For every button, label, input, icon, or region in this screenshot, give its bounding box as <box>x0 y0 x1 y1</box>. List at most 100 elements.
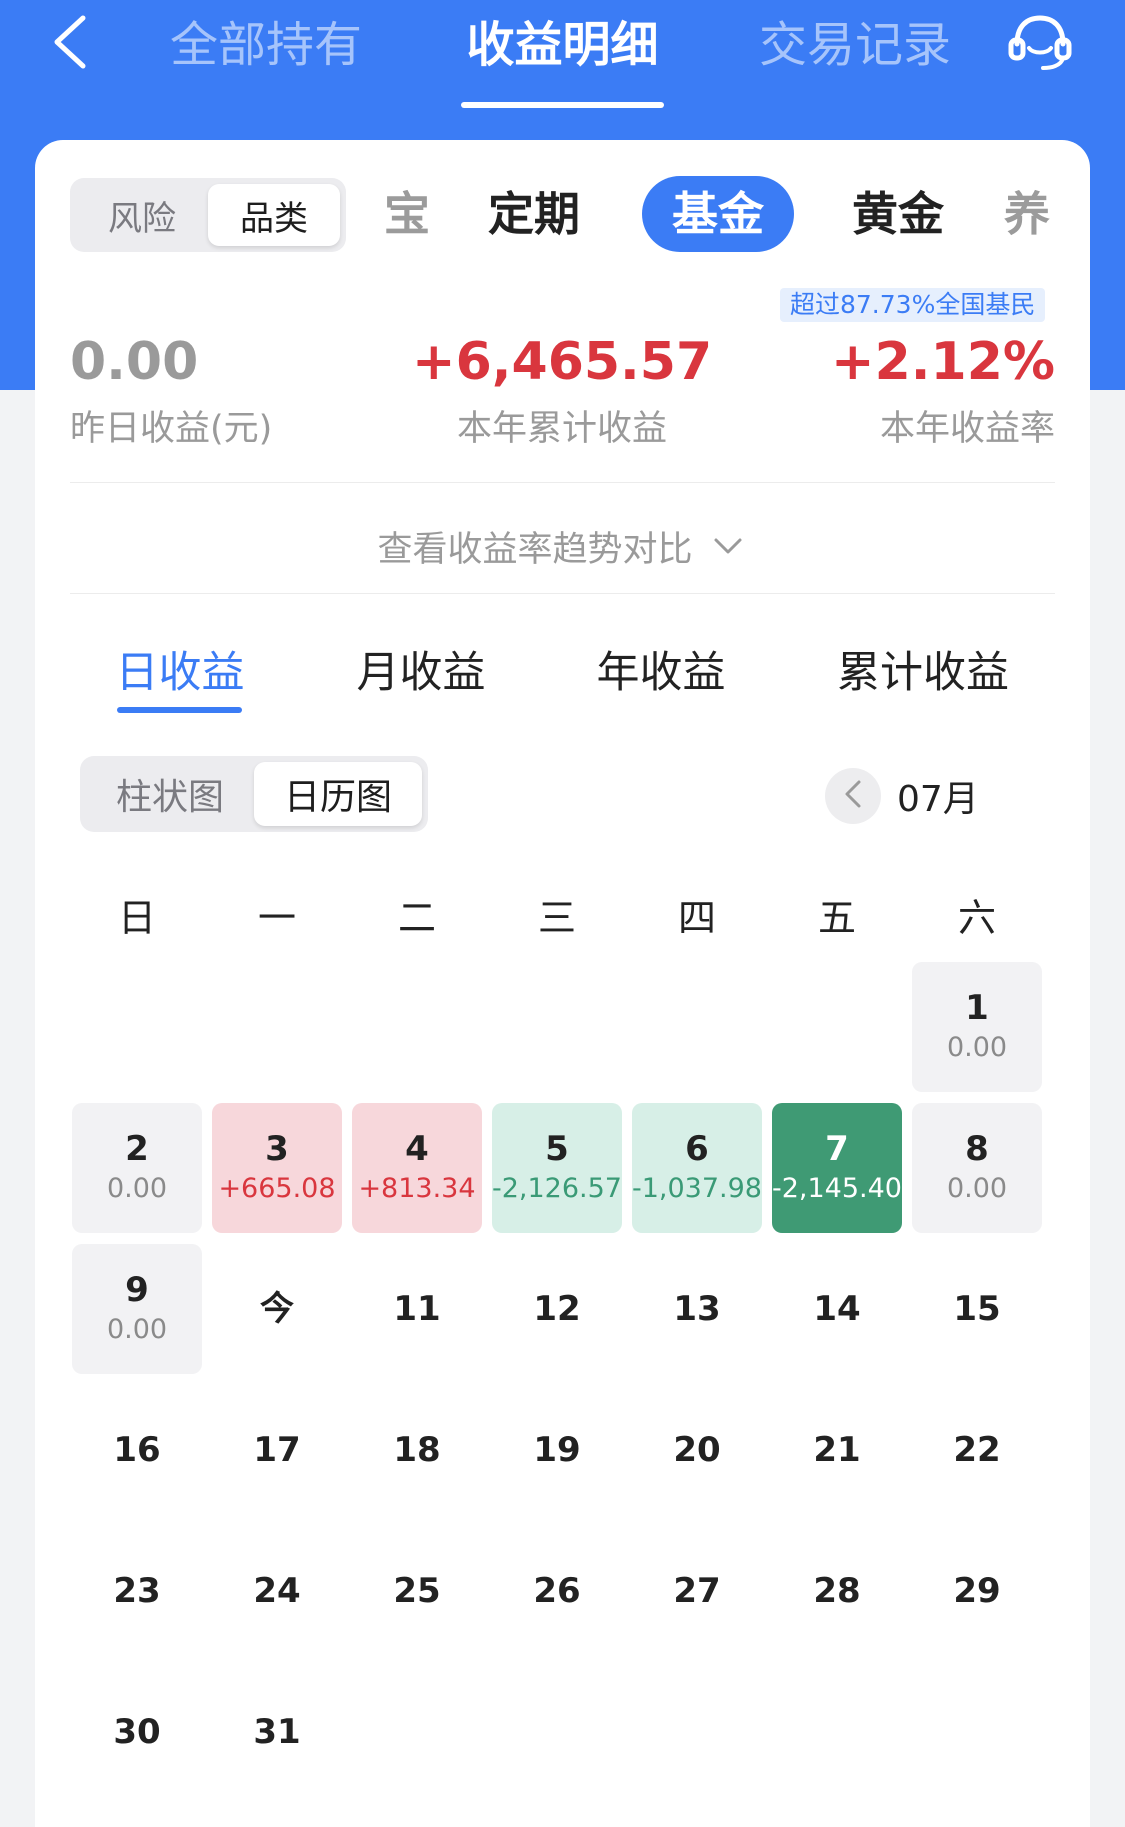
customer-service-icon <box>1005 12 1075 76</box>
day-number: 8 <box>965 1129 989 1169</box>
day-number: 11 <box>393 1289 441 1329</box>
day-number: 5 <box>545 1129 569 1169</box>
yesterday-income-value: 0.00 <box>70 332 199 392</box>
day-number: 15 <box>953 1289 1001 1329</box>
category-bao[interactable]: 宝 <box>382 176 432 252</box>
day-income: 0.00 <box>106 1173 168 1204</box>
tab-daily-income[interactable]: 日收益 <box>100 640 260 706</box>
day-number: 6 <box>685 1129 709 1169</box>
day-number: 23 <box>113 1571 161 1611</box>
day-number: 24 <box>253 1571 301 1611</box>
year-cumulative-income-value: +6,465.57 <box>412 332 713 392</box>
calendar-day[interactable]: 4 +813.34 <box>352 1103 482 1233</box>
day-income: 0.00 <box>946 1032 1008 1063</box>
day-number: 18 <box>393 1430 441 1470</box>
calendar-day[interactable]: 17 <box>212 1385 342 1515</box>
calendar-day[interactable]: 29 <box>912 1526 1042 1656</box>
view-option-calendar[interactable]: 日历图 <box>254 762 422 826</box>
calendar-day[interactable]: 27 <box>632 1526 762 1656</box>
category-fixed-term[interactable]: 定期 <box>484 176 584 252</box>
calendar-day[interactable]: 15 <box>912 1244 1042 1374</box>
ranking-badge: 超过87.73%全国基民 <box>780 288 1046 322</box>
calendar-day[interactable]: 今 <box>212 1244 342 1374</box>
day-number: 14 <box>813 1289 861 1329</box>
calendar-day[interactable]: 12 <box>492 1244 622 1374</box>
day-number: 29 <box>953 1571 1001 1611</box>
chevron-down-icon <box>713 537 743 555</box>
calendar-day[interactable]: 24 <box>212 1526 342 1656</box>
day-income: -1,037.98 <box>632 1173 762 1204</box>
weekday-label: 三 <box>537 896 576 940</box>
calendar-day[interactable]: 6 -1,037.98 <box>632 1103 762 1233</box>
customer-service-button[interactable] <box>1004 12 1076 76</box>
day-number: 31 <box>253 1712 301 1752</box>
calendar-day[interactable]: 26 <box>492 1526 622 1656</box>
day-number: 17 <box>253 1430 301 1470</box>
calendar-day[interactable]: 28 <box>772 1526 902 1656</box>
calendar-day[interactable]: 13 <box>632 1244 762 1374</box>
month-navigator: 07月 <box>825 768 979 824</box>
calendar-day[interactable]: 2 0.00 <box>72 1103 202 1233</box>
day-income: 0.00 <box>106 1314 168 1345</box>
day-number: 12 <box>533 1289 581 1329</box>
trend-compare-label: 查看收益率趋势对比 <box>377 529 693 570</box>
calendar-day[interactable]: 3 +665.08 <box>212 1103 342 1233</box>
tab-yearly-income[interactable]: 年收益 <box>581 640 741 706</box>
tab-income-detail[interactable]: 收益明细 <box>440 14 685 76</box>
calendar-day[interactable]: 11 <box>352 1244 482 1374</box>
divider <box>70 482 1055 483</box>
view-option-bar-chart[interactable]: 柱状图 <box>86 762 254 826</box>
day-number: 9 <box>125 1270 149 1310</box>
filter-toggle: 风险 品类 <box>70 178 346 252</box>
calendar-day[interactable]: 25 <box>352 1526 482 1656</box>
tab-all-holdings[interactable]: 全部持有 <box>166 14 366 76</box>
calendar-day[interactable]: 16 <box>72 1385 202 1515</box>
category-fund[interactable]: 基金 <box>642 176 794 252</box>
calendar-day[interactable]: 5 -2,126.57 <box>492 1103 622 1233</box>
day-number: 13 <box>673 1289 721 1329</box>
day-number: 21 <box>813 1430 861 1470</box>
tab-monthly-income[interactable]: 月收益 <box>341 640 501 706</box>
year-return-rate-value: +2.12% <box>831 332 1055 392</box>
day-number: 27 <box>673 1571 721 1611</box>
day-income: +813.34 <box>358 1173 476 1204</box>
filter-option-risk[interactable]: 风险 <box>76 184 208 246</box>
day-number: 2 <box>125 1129 149 1169</box>
day-number: 25 <box>393 1571 441 1611</box>
weekday-label: 五 <box>817 896 856 940</box>
chevron-left-icon <box>844 779 862 813</box>
calendar-day[interactable]: 23 <box>72 1526 202 1656</box>
view-toggle: 柱状图 日历图 <box>80 756 428 832</box>
yesterday-income-label: 昨日收益(元) <box>70 409 273 449</box>
calendar-day[interactable]: 8 0.00 <box>912 1103 1042 1233</box>
back-button[interactable] <box>44 14 94 74</box>
calendar-day[interactable]: 9 0.00 <box>72 1244 202 1374</box>
calendar-day[interactable]: 30 <box>72 1667 202 1797</box>
day-number: 1 <box>965 988 989 1028</box>
weekday-label: 六 <box>957 896 996 940</box>
year-cumulative-income-label: 本年累计收益 <box>456 409 667 449</box>
filter-option-category[interactable]: 品类 <box>208 184 340 246</box>
calendar-day[interactable]: 20 <box>632 1385 762 1515</box>
calendar-day[interactable]: 18 <box>352 1385 482 1515</box>
day-number: 30 <box>113 1712 161 1752</box>
weekday-label: 二 <box>397 896 436 940</box>
calendar-day[interactable]: 14 <box>772 1244 902 1374</box>
category-pension[interactable]: 养 <box>1002 176 1052 252</box>
calendar-day[interactable]: 7 -2,145.40 <box>772 1103 902 1233</box>
weekday-label: 四 <box>677 896 716 940</box>
tab-cumulative-income[interactable]: 累计收益 <box>823 640 1023 706</box>
category-gold[interactable]: 黄金 <box>848 176 948 252</box>
calendar-day[interactable]: 22 <box>912 1385 1042 1515</box>
day-number: 4 <box>405 1129 429 1169</box>
day-number: 26 <box>533 1571 581 1611</box>
day-number: 今 <box>260 1289 294 1329</box>
calendar-day[interactable]: 19 <box>492 1385 622 1515</box>
calendar-day[interactable]: 1 0.00 <box>912 962 1042 1092</box>
calendar-day[interactable]: 21 <box>772 1385 902 1515</box>
trend-compare-link[interactable]: 查看收益率趋势对比 <box>360 518 760 574</box>
tab-transactions[interactable]: 交易记录 <box>755 14 955 76</box>
calendar-day[interactable]: 31 <box>212 1667 342 1797</box>
previous-month-button[interactable] <box>825 768 881 824</box>
day-number: 7 <box>825 1129 849 1169</box>
